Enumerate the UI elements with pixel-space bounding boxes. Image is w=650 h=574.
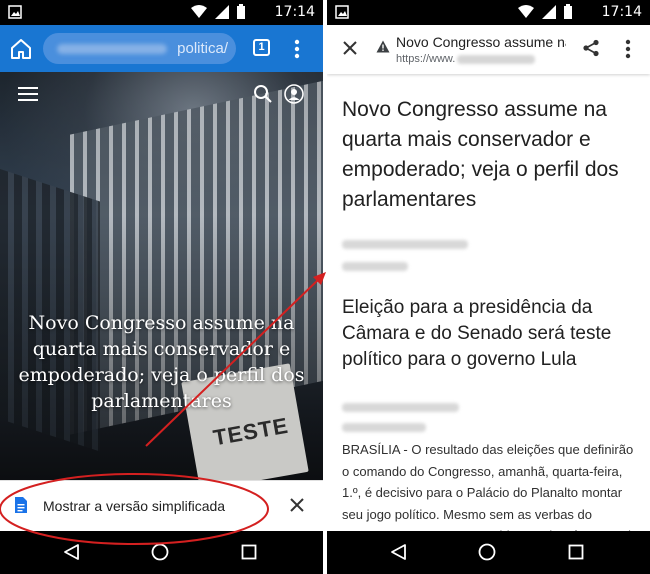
battery-icon <box>237 4 245 19</box>
reader-page-title: Novo Congresso assume na quarta mais con… <box>396 34 566 50</box>
more-vert-icon[interactable] <box>625 39 631 59</box>
reader-url-prefix: https://www. <box>396 53 456 65</box>
url-redacted <box>457 54 536 64</box>
wifi-icon <box>191 4 207 18</box>
article-hero: TESTE Novo Congresso assume na quarta ma… <box>0 72 323 480</box>
status-icons <box>518 4 572 19</box>
article-headline: Novo Congresso assume na quarta mais con… <box>342 98 619 211</box>
more-vert-icon[interactable] <box>294 39 300 59</box>
search-icon[interactable] <box>253 84 273 104</box>
signal-icon <box>542 4 556 19</box>
document-icon <box>15 497 27 513</box>
status-bar: 17:14 <box>0 0 323 25</box>
simplified-view-prompt[interactable]: Mostrar a versão simplificada <box>0 480 323 531</box>
close-icon[interactable] <box>342 40 358 56</box>
url-redacted <box>57 44 167 54</box>
address-bar[interactable]: politica/ <box>43 33 236 64</box>
status-icons <box>191 4 245 19</box>
home-nav-icon[interactable] <box>151 543 169 561</box>
wifi-icon <box>518 4 534 18</box>
article-paragraph: BRASÍLIA - O resultado das eleições que … <box>342 442 638 531</box>
author-redacted <box>342 403 459 412</box>
share-icon[interactable] <box>582 39 600 57</box>
reader-content: Novo Congresso assume na quarta mais con… <box>327 74 650 531</box>
browser-toolbar: politica/ 1 <box>0 25 323 72</box>
phone-reader-mode: 17:14 Novo Congresso assume na quarta ma… <box>327 0 650 574</box>
tab-switcher-icon[interactable]: 1 <box>253 39 270 56</box>
recents-icon[interactable] <box>241 544 257 560</box>
phone-browser: 17:14 politica/ 1 TESTE Novo Congresso a… <box>0 0 323 574</box>
meta-redacted <box>342 423 426 432</box>
recents-icon[interactable] <box>568 544 584 560</box>
clock: 17:14 <box>274 4 315 20</box>
close-icon[interactable] <box>289 497 305 513</box>
back-icon[interactable] <box>389 543 407 561</box>
reader-toolbar: Novo Congresso assume na quarta mais con… <box>327 25 650 74</box>
battery-icon <box>564 4 572 19</box>
system-nav-bar <box>0 531 323 574</box>
image-notification-icon <box>8 5 22 19</box>
home-nav-icon[interactable] <box>478 543 496 561</box>
account-icon[interactable] <box>284 84 304 104</box>
status-bar: 17:14 <box>327 0 650 25</box>
warning-icon[interactable] <box>376 40 390 53</box>
signal-icon <box>215 4 229 19</box>
simplified-view-label[interactable]: Mostrar a versão simplificada <box>43 498 225 514</box>
sign-text: TESTE <box>211 412 291 451</box>
system-nav-bar <box>327 531 650 574</box>
back-icon[interactable] <box>62 543 80 561</box>
byline-redacted <box>342 240 468 249</box>
reader-page-url: https://www. <box>396 53 536 65</box>
date-redacted <box>342 262 408 271</box>
url-text: politica/ <box>177 40 228 57</box>
menu-icon[interactable] <box>18 87 38 101</box>
article-subheadline: Eleição para a presidência da Câmara e d… <box>342 297 612 370</box>
clock: 17:14 <box>601 4 642 20</box>
home-icon[interactable] <box>9 37 33 61</box>
image-notification-icon <box>335 5 349 19</box>
hero-headline[interactable]: Novo Congresso assume na quarta mais con… <box>10 310 313 414</box>
